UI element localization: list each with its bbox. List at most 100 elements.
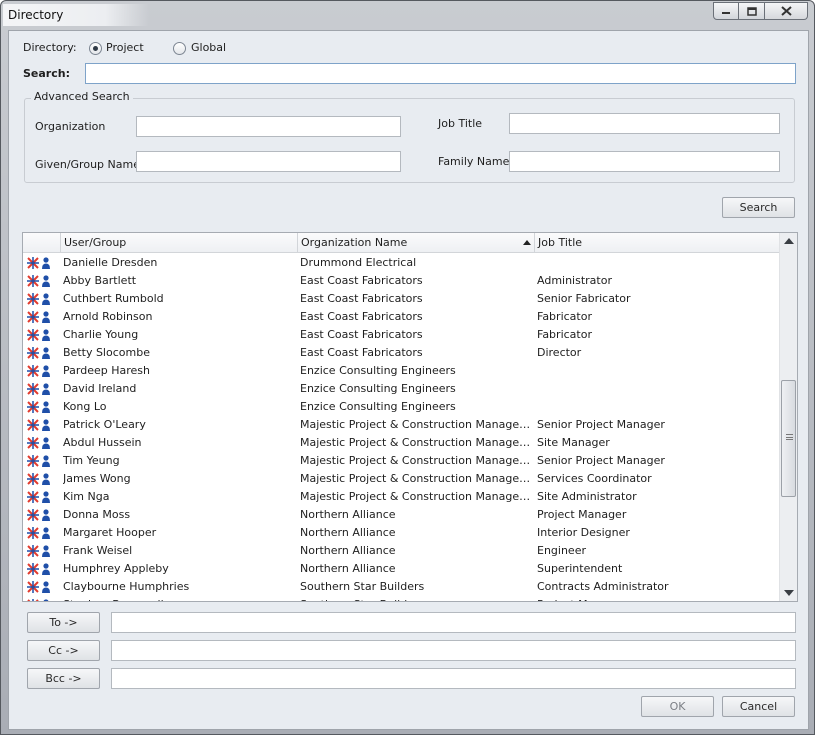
scroll-down-arrow-icon[interactable] [784,590,794,596]
column-header-job-title[interactable]: Job Title [535,233,779,253]
table-row[interactable]: Danielle Dresden Drummond Electrical [23,254,779,272]
cell-organization: Majestic Project & Construction Manageme… [300,490,533,503]
radio-global[interactable] [173,42,186,55]
table-row[interactable]: Cuthbert Rumbold East Coast Fabricators Se… [23,290,779,308]
cell-job-title: Superintendent [537,562,623,575]
cell-user-group: Claybourne Humphries [63,580,190,593]
table-row[interactable]: Pardeep Haresh Enzice Consulting Engineer… [23,362,779,380]
dialog-body: Directory: Project Global Search: Advanc… [8,30,809,730]
table-row[interactable]: Claybourne Humphries Southern Star Builde… [23,578,779,596]
contact-icon [27,329,50,341]
advanced-search-caption: Advanced Search [31,90,133,103]
grid-rows: Danielle Dresden Drummond Electrical Abby … [23,254,779,601]
scroll-thumb[interactable] [781,380,796,497]
user-type-icons [27,491,53,503]
cell-job-title: Senior Project Manager [537,454,665,467]
cell-organization: Northern Alliance [300,544,396,557]
radio-global-label[interactable]: Global [191,41,226,54]
contact-icon [27,257,50,269]
scroll-up-arrow-icon[interactable] [784,238,794,244]
search-button[interactable]: Search [722,197,795,218]
to-button[interactable]: To -> [27,612,100,633]
column-header-icons[interactable] [23,233,61,253]
cell-organization: Northern Alliance [300,526,396,539]
table-row[interactable]: Patrick O'Leary Majestic Project & Constr… [23,416,779,434]
vertical-scrollbar[interactable] [779,233,797,601]
cell-job-title: Fabricator [537,328,592,341]
radio-project-label[interactable]: Project [106,41,144,54]
contact-icon [27,491,50,503]
cell-user-group: Charlie Young [63,328,139,341]
user-type-icons [27,437,53,449]
table-row[interactable]: Betty Slocombe East Coast Fabricators Dire… [23,344,779,362]
organization-label: Organization [35,120,106,133]
table-row[interactable]: Donna Moss Northern Alliance Project Manag… [23,506,779,524]
maximize-button[interactable] [739,2,765,20]
table-row[interactable]: James Wong Majestic Project & Constructio… [23,470,779,488]
contact-icon [27,509,50,521]
given-name-input[interactable] [136,151,401,172]
contact-icon [27,419,50,431]
table-row[interactable]: Tim Yeung Majestic Project & Construction… [23,452,779,470]
contact-icon [27,473,50,485]
cell-job-title: Engineer [537,544,586,557]
contact-icon [27,527,50,539]
family-name-input[interactable] [509,151,780,172]
sort-ascending-icon [523,240,531,245]
search-input[interactable] [85,63,796,84]
column-header-organization[interactable]: Organization Name [298,233,535,253]
minimize-icon [722,12,730,14]
table-row[interactable]: Frank Weisel Northern Alliance Engineer [23,542,779,560]
table-row[interactable]: David Ireland Enzice Consulting Engineers [23,380,779,398]
radio-project[interactable] [89,42,102,55]
contact-icon [27,563,50,575]
table-row[interactable]: Charlie Young East Coast Fabricators Fabri… [23,326,779,344]
contact-icon [27,365,50,377]
cell-job-title: Senior Fabricator [537,292,631,305]
cc-button[interactable]: Cc -> [27,640,100,661]
minimize-button[interactable] [713,2,739,20]
cell-organization: Enzice Consulting Engineers [300,382,456,395]
table-row[interactable]: Kim Nga Majestic Project & Construction M… [23,488,779,506]
bcc-field[interactable] [111,668,796,689]
results-grid: User/Group Organization Name Job Title D… [22,232,798,602]
column-header-organization-label: Organization Name [301,236,408,249]
cell-organization: East Coast Fabricators [300,310,423,323]
cell-organization: Majestic Project & Construction Manageme… [300,436,533,449]
cancel-button[interactable]: Cancel [722,696,795,717]
close-button[interactable] [765,2,808,20]
contact-icon [27,437,50,449]
ok-button[interactable]: OK [641,696,714,717]
table-row[interactable]: Arnold Robinson East Coast Fabricators Fab… [23,308,779,326]
table-row[interactable]: Stephen Bramwell Southern Star Builders Pr… [23,596,779,601]
contact-icon [27,599,49,601]
grip-icon [786,434,793,440]
to-field[interactable] [111,612,796,633]
cell-organization: East Coast Fabricators [300,328,423,341]
user-type-icons [27,275,53,287]
cell-user-group: Arnold Robinson [63,310,153,323]
user-type-icons [27,455,53,467]
column-header-user-group[interactable]: User/Group [61,233,298,253]
cell-organization: East Coast Fabricators [300,346,423,359]
organization-input[interactable] [136,116,401,137]
table-row[interactable]: Margaret Hooper Northern Alliance Interior… [23,524,779,542]
bcc-button[interactable]: Bcc -> [27,668,100,689]
table-row[interactable]: Abdul Hussein Majestic Project & Construc… [23,434,779,452]
cell-job-title: Site Manager [537,436,610,449]
cell-organization: Southern Star Builders [300,598,533,601]
close-icon [780,6,792,16]
title-bar[interactable]: Directory [1,1,814,30]
user-type-icons [27,599,53,601]
directory-window: Directory Directory: Project Global Sear… [0,0,815,735]
user-type-icons [27,383,53,395]
cell-job-title: Director [537,346,582,359]
cc-field[interactable] [111,640,796,661]
contact-icon [27,455,50,467]
job-title-input[interactable] [509,113,780,134]
table-row[interactable]: Humphrey Appleby Northern Alliance Superin… [23,560,779,578]
table-row[interactable]: Abby Bartlett East Coast Fabricators Admin… [23,272,779,290]
table-row[interactable]: Kong Lo Enzice Consulting Engineers [23,398,779,416]
cell-organization: Drummond Electrical [300,256,417,269]
contact-icon [27,275,50,287]
